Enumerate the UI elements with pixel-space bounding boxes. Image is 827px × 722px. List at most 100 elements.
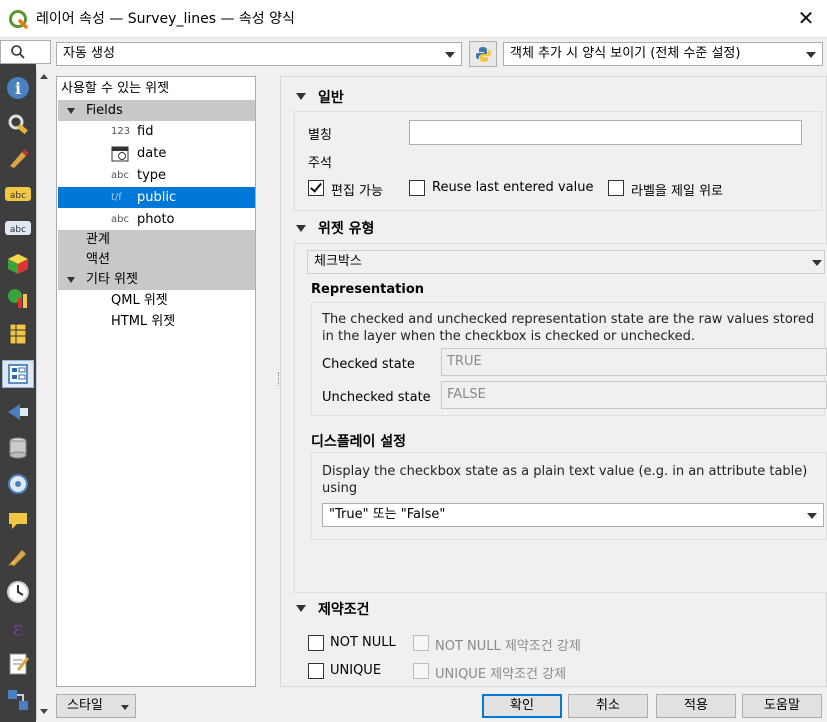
unchecked-state-label: Unchecked state [322,390,431,405]
display-settings-group: Display the checkbox state as a plain te… [311,452,827,540]
not-null-checkbox[interactable] [308,635,324,651]
enforce-unique-label: UNIQUE 제약조건 강제 [435,667,567,682]
tree-item-actions[interactable]: 액션 [58,250,255,270]
svg-text:abc: abc [10,191,26,201]
ok-button[interactable]: 확인 [482,694,562,718]
section-general-title[interactable]: 일반 [318,87,344,107]
collapse-arrow-icon[interactable] [296,93,306,100]
display-description: Display the checkbox state as a plain te… [322,464,808,496]
metadata-icon[interactable] [4,650,32,678]
chevron-down-icon [806,52,816,58]
chevron-down-icon[interactable] [67,108,75,114]
tree-item-field[interactable]: 123 fid [58,121,255,142]
3d-view-icon[interactable] [4,250,32,278]
text-type-icon: abc [111,214,129,225]
joins-icon[interactable] [4,398,32,426]
display-mode-value: "True" 또는 "False" [329,507,446,522]
form-suppress-combo[interactable]: 객체 추가 시 양식 보이기 (전체 수준 설정) [503,42,823,66]
representation-group: The checked and unchecked representation… [311,302,827,416]
field-name: fid [137,124,154,139]
tree-item-field[interactable]: abc photo [58,209,255,230]
chevron-down-icon [445,52,455,58]
alias-label: 별칭 [308,128,332,143]
variables-icon[interactable]: ε [4,614,32,642]
style-menu-button[interactable]: 스타일 [56,694,136,718]
rendering-icon[interactable] [4,542,32,570]
not-null-label: NOT NULL [330,635,396,650]
actions-icon[interactable] [4,470,32,498]
apply-button[interactable]: 적용 [656,694,736,718]
tree-item-fields[interactable]: Fields [58,100,255,121]
title-bar: 레이어 속성 — Survey_lines — 속성 양식 ✕ [0,0,827,38]
enforce-not-null-checkbox[interactable] [413,635,429,651]
auxiliary-storage-icon[interactable] [4,434,32,462]
collapse-arrow-icon[interactable] [296,225,306,232]
temporal-icon[interactable] [4,578,32,606]
integer-type-icon: 123 [111,126,131,137]
widget-type-combo[interactable]: 체크박스 [307,250,825,274]
fields-icon[interactable] [4,320,32,348]
field-name: photo [137,212,175,227]
layout-mode-value: 자동 생성 [63,46,115,61]
checked-state-field[interactable]: TRUE [441,348,827,376]
information-icon[interactable]: i [4,74,32,102]
chevron-down-icon [807,513,817,519]
properties-sidebar: i abc abc ε [0,64,36,722]
section-widget-type-title[interactable]: 위젯 유형 [318,218,374,238]
editable-checkbox[interactable] [308,180,324,196]
enforce-unique-checkbox[interactable] [413,663,429,679]
editable-label: 편집 가능 [331,184,383,199]
svg-text:i: i [15,79,21,98]
tree-item-qml-widget[interactable]: QML 위젯 [58,290,255,311]
sidebar-scrollbar[interactable] [36,70,51,720]
attributes-form-icon[interactable] [2,360,34,388]
reuse-last-checkbox[interactable] [409,180,425,196]
scroll-down-icon[interactable] [40,709,48,714]
tree-item-field[interactable]: date [58,143,255,164]
representation-description: The checked and unchecked representation… [322,312,815,344]
boolean-type-icon: t/f [111,192,122,203]
diagrams-icon[interactable] [4,284,32,312]
window-title: 레이어 속성 — Survey_lines — 속성 양식 [36,11,295,27]
scroll-up-icon[interactable] [40,74,48,79]
alias-input[interactable] [409,120,802,145]
unchecked-state-field[interactable]: FALSE [441,381,827,409]
masks-icon[interactable]: abc [4,214,32,242]
unique-checkbox[interactable] [308,663,324,679]
checkmark-icon [310,180,322,193]
tree-item-other-widgets-label: 기타 위젯 [86,272,138,287]
widget-type-value: 체크박스 [314,254,362,269]
collapse-arrow-icon[interactable] [296,605,306,612]
widget-type-group: 체크박스 Representation The checked and unch… [294,243,827,593]
close-button[interactable]: ✕ [794,6,818,30]
chevron-down-icon[interactable] [67,277,75,283]
source-icon[interactable] [4,110,32,138]
label-on-top-checkbox[interactable] [608,180,624,196]
search-icon [10,44,26,64]
dependencies-icon[interactable] [4,686,32,714]
svg-text:ε: ε [13,616,23,640]
cancel-button[interactable]: 취소 [568,694,648,718]
available-widgets-tree[interactable]: 사용할 수 있는 위젯 Fields 123 fid date abc type… [56,76,256,687]
qgis-logo-icon [9,10,28,29]
symbology-icon[interactable] [4,144,32,172]
tree-item-other-widgets[interactable]: 기타 위젯 [58,270,255,290]
tree-item-field[interactable]: abc type [58,165,255,186]
display-mode-combo[interactable]: "True" 또는 "False" [322,503,824,527]
python-init-button[interactable] [469,41,497,67]
help-button[interactable]: 도움말 [742,694,822,718]
tree-item-relations[interactable]: 관계 [58,230,255,250]
tree-item-html-widget[interactable]: HTML 위젯 [58,311,255,332]
tree-header: 사용할 수 있는 위젯 [61,81,170,96]
enforce-not-null-label: NOT NULL 제약조건 강제 [435,639,581,654]
tree-item-field-selected[interactable]: t/f public [58,187,255,208]
display-icon[interactable] [4,506,32,534]
search-box[interactable] [0,40,51,64]
layout-mode-combo[interactable]: 자동 생성 [56,42,462,66]
labels-icon[interactable]: abc [4,180,32,208]
text-type-icon: abc [111,170,129,181]
field-name: public [137,190,177,205]
section-constraints-title[interactable]: 제약조건 [318,599,370,619]
tree-item-fields-label: Fields [86,103,123,118]
comment-label: 주석 [308,156,332,171]
